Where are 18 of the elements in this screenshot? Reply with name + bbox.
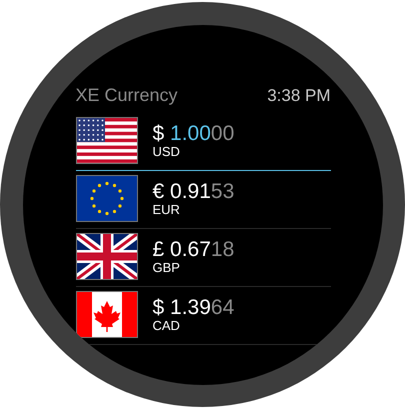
flag-icon — [76, 116, 138, 164]
currency-code: GBP — [152, 260, 181, 274]
currency-amount: $ 1.3964 — [152, 296, 234, 318]
currency-code: EUR — [152, 202, 181, 216]
flag-icon — [76, 232, 138, 280]
currency-row[interactable]: € 0.9153 EUR — [76, 170, 330, 228]
app-title: XE Currency — [76, 84, 178, 106]
currency-amount: £ 0.6718 — [152, 238, 234, 260]
currency-row[interactable]: £ 0.6718 GBP — [76, 228, 330, 286]
currency-amount: € 0.9153 — [152, 180, 234, 202]
clock-time: 3:38 PM — [267, 86, 330, 106]
currency-code: USD — [152, 144, 181, 158]
flag-icon — [76, 174, 138, 222]
currency-code: CAD — [152, 318, 181, 332]
currency-row[interactable]: $ 1.0000 USD — [76, 112, 330, 170]
flag-icon — [76, 290, 138, 338]
currency-amount: $ 1.0000 — [152, 122, 234, 144]
currency-row[interactable]: $ 1.3964 CAD — [76, 286, 330, 344]
